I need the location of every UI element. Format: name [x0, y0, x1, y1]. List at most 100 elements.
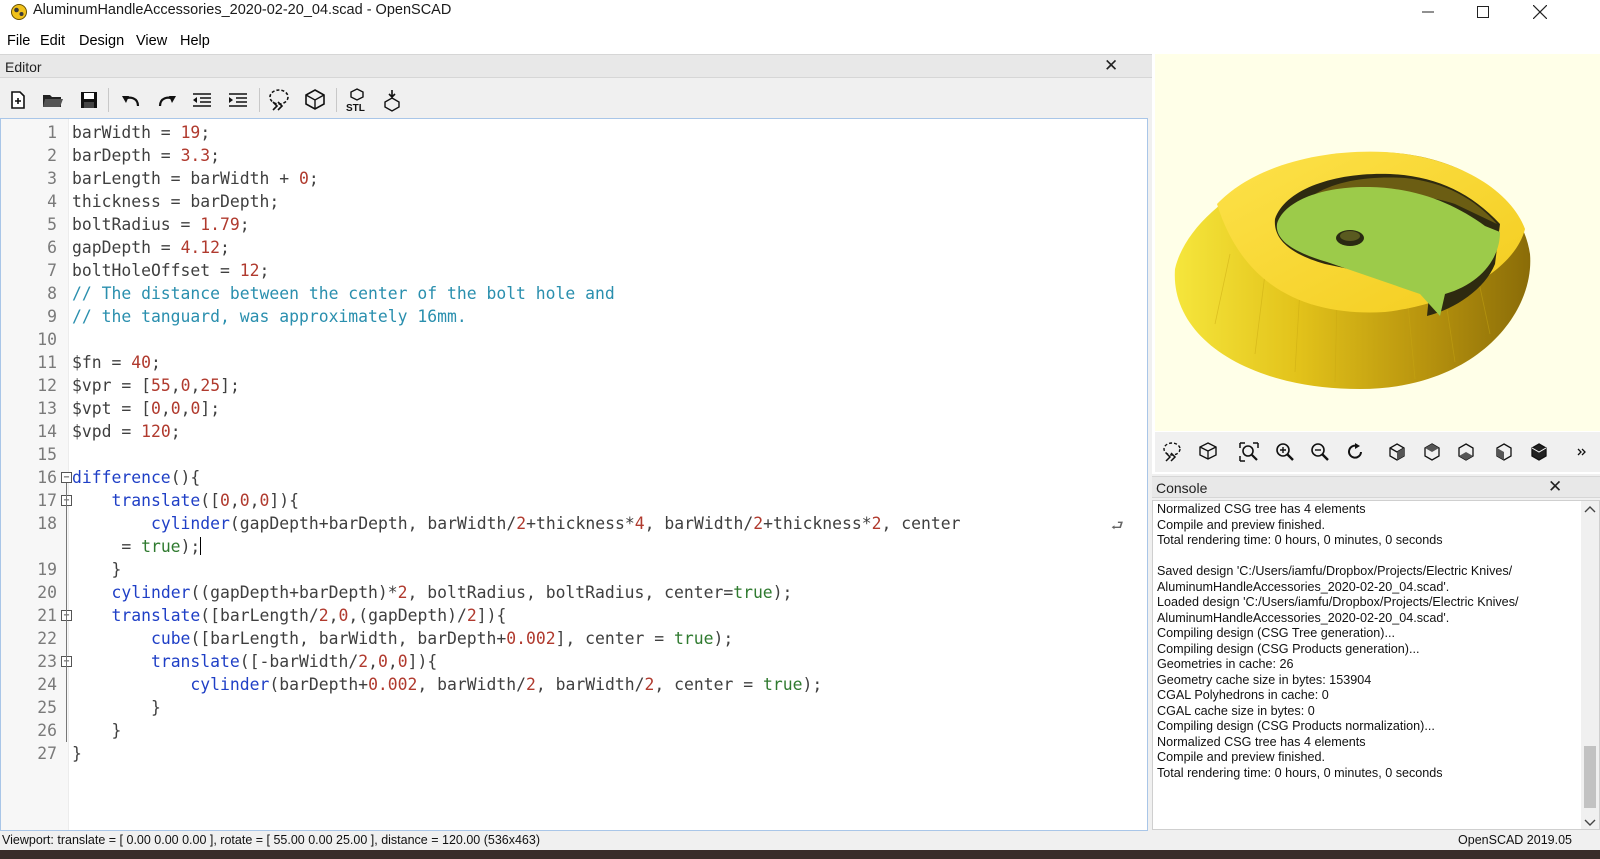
view-all-button[interactable]: [1237, 440, 1261, 464]
new-icon: [11, 91, 25, 109]
scroll-up-icon[interactable]: [1581, 503, 1599, 517]
console-line: Geometry cache size in bytes: 153904: [1157, 672, 1372, 687]
3d-viewport[interactable]: [1155, 54, 1600, 431]
maximize-button[interactable]: [1455, 0, 1511, 24]
fold-toggle[interactable]: −: [61, 472, 72, 483]
code-line[interactable]: 1 barWidth = 19;: [1, 121, 1141, 144]
open-file-button[interactable]: [41, 88, 65, 112]
viewport-render-button[interactable]: [1196, 440, 1220, 464]
code-line[interactable]: 3 barLength = barWidth + 0;: [1, 167, 1141, 190]
console-line: Geometries in cache: 26: [1157, 657, 1294, 671]
code-line[interactable]: 20 cylinder((gapDepth+barDepth)*2, boltR…: [1, 581, 1141, 604]
new-file-button[interactable]: [6, 88, 30, 112]
editor-close-button[interactable]: ✕: [1104, 57, 1118, 75]
indent-button[interactable]: [226, 88, 250, 112]
unindent-button[interactable]: [190, 88, 214, 112]
code-line[interactable]: 26 }: [1, 719, 1141, 742]
code-text: difference(){: [72, 468, 201, 487]
code-line[interactable]: 18 cylinder(gapDepth+barDepth, barWidth/…: [1, 512, 1141, 535]
line-number: 11: [37, 353, 57, 372]
line-number: 26: [37, 721, 57, 740]
code-line[interactable]: 7 boltHoleOffset = 12;: [1, 259, 1141, 282]
code-line[interactable]: 21− translate([barLength/2,0,(gapDepth)/…: [1, 604, 1141, 627]
code-line[interactable]: 10: [1, 328, 1141, 351]
code-line[interactable]: 17− translate([0,0,0]){: [1, 489, 1141, 512]
more-tools-button[interactable]: [1570, 440, 1594, 464]
code-text: // the tanguard, was approximately 16mm.: [72, 307, 467, 326]
reset-view-button[interactable]: [1343, 440, 1367, 464]
code-editor[interactable]: 1 barWidth = 19; 2 barDepth = 3.3; 3 barLengt…: [0, 118, 1148, 831]
code-line[interactable]: 16− difference(){: [1, 466, 1141, 489]
preview-button[interactable]: [267, 88, 291, 112]
menu-help[interactable]: Help: [180, 33, 210, 49]
undo-button[interactable]: [119, 88, 143, 112]
code-line[interactable]: 4 thickness = barDepth;: [1, 190, 1141, 213]
code-text: boltHoleOffset = 12;: [72, 261, 270, 280]
menu-design[interactable]: Design: [79, 33, 124, 49]
console-scrollbar[interactable]: [1581, 501, 1599, 829]
code-text: }: [72, 560, 122, 579]
code-line[interactable]: 27}: [1, 742, 1141, 765]
view-right-button[interactable]: [1385, 440, 1409, 464]
code-line[interactable]: 6 gapDepth = 4.12;: [1, 236, 1141, 259]
code-text: = true);: [72, 537, 202, 556]
code-line[interactable]: 13 $vpt = [0,0,0];: [1, 397, 1141, 420]
code-line[interactable]: 14 $vpd = 120;: [1, 420, 1141, 443]
scroll-down-icon[interactable]: [1581, 815, 1599, 829]
preview-icon: [1163, 442, 1181, 462]
code-line[interactable]: 2 barDepth = 3.3;: [1, 144, 1141, 167]
line-number: 5: [47, 215, 57, 234]
text-cursor: [200, 537, 202, 555]
open-icon: [43, 95, 63, 107]
view-left-button[interactable]: [1492, 440, 1516, 464]
view-top-button[interactable]: [1420, 440, 1444, 464]
save-file-button[interactable]: [77, 88, 101, 112]
render-icon: [1199, 442, 1217, 460]
version-label: OpenSCAD 2019.05: [1458, 833, 1572, 847]
console-line: Compiling design (CSG Tree generation)..…: [1157, 626, 1395, 640]
zoom-out-button[interactable]: [1308, 440, 1332, 464]
code-line[interactable]: 12 $vpr = [55,0,25];: [1, 374, 1141, 397]
export-stl-button[interactable]: STL: [345, 88, 369, 112]
code-line[interactable]: 24 cylinder(barDepth+0.002, barWidth/2, …: [1, 673, 1141, 696]
code-line[interactable]: 8 // The distance between the center of t…: [1, 282, 1141, 305]
console-scroll-thumb[interactable]: [1584, 746, 1596, 808]
code-line[interactable]: 11 $fn = 40;: [1, 351, 1141, 374]
menu-edit[interactable]: Edit: [40, 33, 65, 49]
console-close-button[interactable]: ✕: [1548, 478, 1562, 496]
menu-file[interactable]: File: [7, 33, 30, 49]
line-number: 22: [37, 629, 57, 648]
view-front-button[interactable]: [1527, 440, 1551, 464]
render-button[interactable]: [303, 88, 327, 112]
code-line[interactable]: 15: [1, 443, 1141, 466]
minimize-button[interactable]: [1400, 0, 1456, 24]
code-text: cube([barLength, barWidth, barDepth+0.00…: [150, 629, 734, 648]
redo-button[interactable]: [155, 88, 179, 112]
console-line: Loaded design 'C:/Users/iamfu/Dropbox/Pr…: [1157, 595, 1519, 609]
code-text: boltRadius = 1.79;: [72, 215, 250, 234]
code-line[interactable]: 5 boltRadius = 1.79;: [1, 213, 1141, 236]
code-line[interactable]: 23− translate([-barWidth/2,0,0]){: [1, 650, 1141, 673]
editor-panel: Editor ✕ STL 1 barWidth = 19; 2 barDepth…: [0, 54, 1152, 832]
viewport-toolbar: [1155, 432, 1600, 472]
line-number: 12: [37, 376, 57, 395]
send-to-print-button[interactable]: [380, 88, 404, 112]
menu-view[interactable]: View: [136, 33, 167, 49]
code-line[interactable]: = true);: [1, 535, 1141, 558]
line-number: 27: [37, 744, 57, 763]
code-line[interactable]: 19 }: [1, 558, 1141, 581]
console-output[interactable]: Normalized CSG tree has 4 elements Compil…: [1152, 500, 1600, 830]
close-window-button[interactable]: [1512, 0, 1568, 24]
zoom-in-button[interactable]: [1273, 440, 1297, 464]
viewport-preview-button[interactable]: [1160, 440, 1184, 464]
title-bar: AluminumHandleAccessories_2020-02-20_04.…: [0, 0, 1600, 24]
line-number: 18: [37, 514, 57, 533]
console-line: AluminumHandleAccessories_2020-02-20_04.…: [1157, 579, 1450, 594]
code-line[interactable]: 22 cube([barLength, barWidth, barDepth+0…: [1, 627, 1141, 650]
line-number: 14: [37, 422, 57, 441]
line-number: 21: [37, 606, 57, 625]
code-line[interactable]: 25 }: [1, 696, 1141, 719]
code-line[interactable]: 9 // the tanguard, was approximately 16mm…: [1, 305, 1141, 328]
zoom-out-icon: [1311, 443, 1329, 461]
view-bottom-button[interactable]: [1454, 440, 1478, 464]
